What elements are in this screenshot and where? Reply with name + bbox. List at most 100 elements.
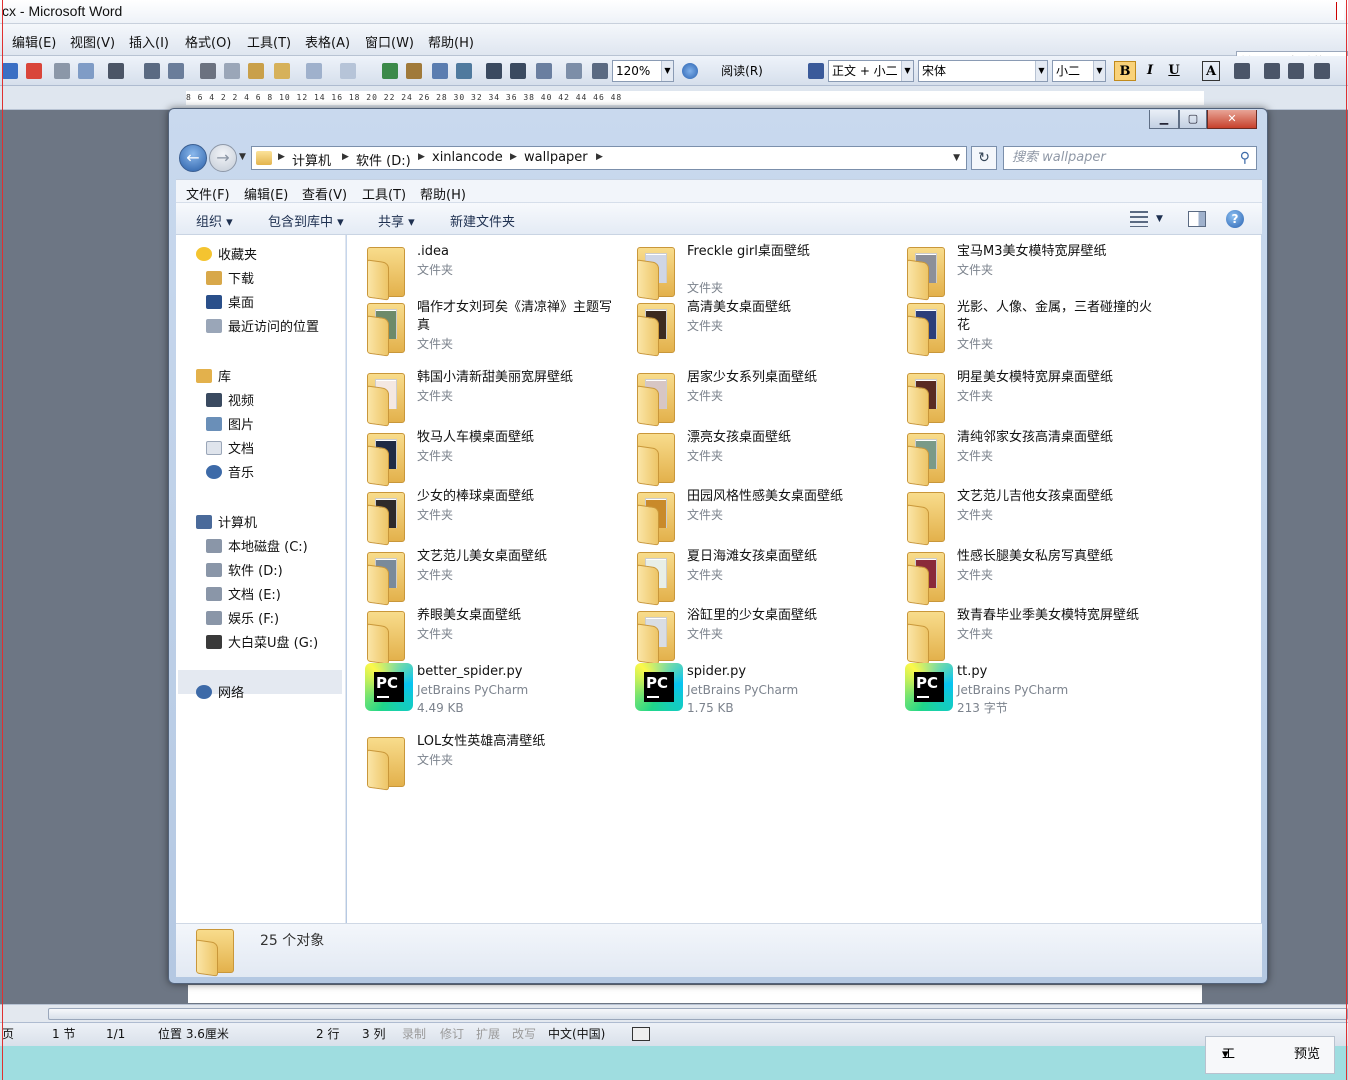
folder-item[interactable]: 居家少女系列桌面壁纸 文件夹 <box>627 367 892 427</box>
copy-icon[interactable] <box>224 63 240 79</box>
folder-item[interactable]: 致青春毕业季美女模特宽屏壁纸 文件夹 <box>897 605 1162 665</box>
horizontal-scrollbar[interactable] <box>0 1004 1348 1022</box>
recent-pages-dropdown[interactable]: ▼ <box>239 152 246 162</box>
research-icon[interactable] <box>168 63 184 79</box>
read-button[interactable]: 阅读(R) <box>708 61 776 81</box>
folder-item[interactable]: .idea 文件夹 <box>357 241 622 301</box>
font-select[interactable]: 宋体 ▼ <box>918 60 1048 82</box>
nav-network[interactable]: 网络 <box>196 683 244 705</box>
traditional-chinese-icon[interactable] <box>108 63 124 79</box>
folder-item[interactable]: 光影、人像、金属，三者碰撞的火花 文件夹 <box>897 297 1162 357</box>
undo-icon[interactable] <box>306 63 322 79</box>
share-button[interactable]: 共享 ▾ <box>378 211 415 230</box>
columns-icon[interactable] <box>486 63 502 79</box>
folder-item[interactable]: 文艺范儿美女桌面壁纸 文件夹 <box>357 546 622 606</box>
horizontal-ruler[interactable]: 8 6 4 2 2 4 6 8 10 12 14 16 18 20 22 24 … <box>0 86 1348 110</box>
folder-item[interactable]: 夏日海滩女孩桌面壁纸 文件夹 <box>627 546 892 606</box>
nav-drive-e[interactable]: 文档 (E:) <box>206 585 281 607</box>
menu-help[interactable]: 帮助(H) <box>420 184 466 203</box>
back-button[interactable]: ← <box>179 144 207 172</box>
folder-item[interactable]: LOL女性英雄高清壁纸 文件夹 <box>357 731 622 791</box>
word-menu-insert[interactable]: 插入(I) <box>129 32 169 51</box>
char-border-button[interactable]: A <box>1202 61 1220 81</box>
nav-computer[interactable]: 计算机 <box>196 513 257 535</box>
chevron-right-icon[interactable]: ▶ <box>510 152 517 162</box>
nav-recent-places[interactable]: 最近访问的位置 <box>206 317 319 339</box>
status-record[interactable]: 录制 <box>402 1023 426 1045</box>
folder-item[interactable]: 明星美女模特宽屏桌面壁纸 文件夹 <box>897 367 1162 427</box>
folder-item[interactable]: 文艺范儿吉他女孩桌面壁纸 文件夹 <box>897 486 1162 546</box>
document-page[interactable] <box>188 985 1202 1003</box>
menu-edit[interactable]: 编辑(E) <box>244 184 288 203</box>
refresh-button[interactable]: ↻ <box>971 146 997 170</box>
underline-button[interactable]: U <box>1164 61 1184 81</box>
nav-favorites[interactable]: 收藏夹 <box>196 245 257 267</box>
folder-item[interactable]: 清纯邻家女孩高清桌面壁纸 文件夹 <box>897 427 1162 487</box>
new-folder-button[interactable]: 新建文件夹 <box>450 211 515 230</box>
word-menu-edit[interactable]: 编辑(E) <box>12 32 56 51</box>
folder-item[interactable]: 高清美女桌面壁纸 文件夹 <box>627 297 892 357</box>
nav-documents[interactable]: 文档 <box>206 439 254 461</box>
preview-pane-icon[interactable] <box>1188 211 1206 227</box>
scrollbar-thumb[interactable] <box>48 1008 1348 1020</box>
help-icon[interactable] <box>682 63 698 79</box>
redo-icon[interactable] <box>340 63 356 79</box>
drawing-icon[interactable] <box>510 63 526 79</box>
change-view-icon[interactable] <box>1130 211 1148 227</box>
show-hide-icon[interactable] <box>566 63 582 79</box>
menu-tools[interactable]: 工具(T) <box>362 184 406 203</box>
include-in-library-button[interactable]: 包含到库中 ▾ <box>268 211 344 230</box>
folder-item[interactable]: Freckle girl桌面壁纸 文件夹 <box>627 241 892 301</box>
chevron-right-icon[interactable]: ▶ <box>418 152 425 162</box>
nav-downloads[interactable]: 下载 <box>206 269 254 291</box>
word-menu-table[interactable]: 表格(A) <box>305 32 350 51</box>
organize-button[interactable]: 组织 ▾ <box>196 211 233 230</box>
document-map-icon[interactable] <box>536 63 552 79</box>
print-preview-icon[interactable] <box>78 63 94 79</box>
maximize-button[interactable]: ▢ <box>1179 110 1207 129</box>
ime-preview-button[interactable]: 预览 <box>1294 1037 1320 1073</box>
nav-drive-c[interactable]: 本地磁盘 (C:) <box>206 537 308 559</box>
file-item[interactable]: PC spider.py JetBrains PyCharm 1.75 KB <box>627 661 892 719</box>
chevron-right-icon[interactable]: ▶ <box>596 152 603 162</box>
folder-item[interactable]: 田园风格性感美女桌面壁纸 文件夹 <box>627 486 892 546</box>
close-button[interactable]: ✕ <box>1207 110 1257 129</box>
folder-item[interactable]: 宝马M3美女模特宽屏壁纸 文件夹 <box>897 241 1162 301</box>
save-icon[interactable] <box>2 63 18 79</box>
nav-libraries[interactable]: 库 <box>196 367 231 389</box>
bulleted-list-icon[interactable] <box>1288 63 1304 79</box>
menu-file[interactable]: 文件(F) <box>186 184 230 203</box>
minimize-button[interactable]: ▁ <box>1149 110 1179 129</box>
breadcrumb-xinlancode[interactable]: xinlancode <box>432 150 503 165</box>
nav-drive-f[interactable]: 娱乐 (F:) <box>206 609 279 631</box>
file-item[interactable]: PC better_spider.py JetBrains PyCharm 4.49 … <box>357 661 622 719</box>
print-icon[interactable] <box>54 63 70 79</box>
status-overtype[interactable]: 改写 <box>512 1023 536 1045</box>
search-icon[interactable]: ⚲ <box>1240 147 1250 169</box>
insert-table-icon[interactable] <box>432 63 448 79</box>
permission-icon[interactable] <box>26 63 42 79</box>
forward-button[interactable]: → <box>209 144 237 172</box>
address-dropdown-icon[interactable]: ▼ <box>953 153 960 163</box>
nav-drive-d[interactable]: 软件 (D:) <box>206 561 283 583</box>
nav-drive-g[interactable]: 大白菜U盘 (G:) <box>206 633 318 655</box>
nav-pictures[interactable]: 图片 <box>206 415 254 437</box>
ime-tools-button[interactable]: 工具 ▾ <box>1222 1037 1235 1073</box>
folder-item[interactable]: 韩国小清新甜美丽宽屏壁纸 文件夹 <box>357 367 622 427</box>
folder-item[interactable]: 浴缸里的少女桌面壁纸 文件夹 <box>627 605 892 665</box>
breadcrumb-wallpaper[interactable]: wallpaper <box>524 150 588 165</box>
folder-item[interactable]: 牧马人车模桌面壁纸 文件夹 <box>357 427 622 487</box>
cut-icon[interactable] <box>200 63 216 79</box>
word-menu-window[interactable]: 窗口(W) <box>365 32 414 51</box>
numbered-list-icon[interactable] <box>1264 63 1280 79</box>
bold-button[interactable]: B <box>1114 61 1136 81</box>
insert-excel-icon[interactable] <box>456 63 472 79</box>
folder-item[interactable]: 少女的棒球桌面壁纸 文件夹 <box>357 486 622 546</box>
font-size-select[interactable]: 小二 ▼ <box>1052 60 1106 82</box>
breadcrumb-computer[interactable]: 计算机 <box>292 150 331 169</box>
help-icon[interactable]: ? <box>1226 210 1244 228</box>
styles-icon[interactable] <box>808 63 824 79</box>
decrease-indent-icon[interactable] <box>1314 63 1330 79</box>
style-select[interactable]: 正文 + 小二 ▼ <box>828 60 914 82</box>
paragraph-mark-icon[interactable] <box>592 63 608 79</box>
